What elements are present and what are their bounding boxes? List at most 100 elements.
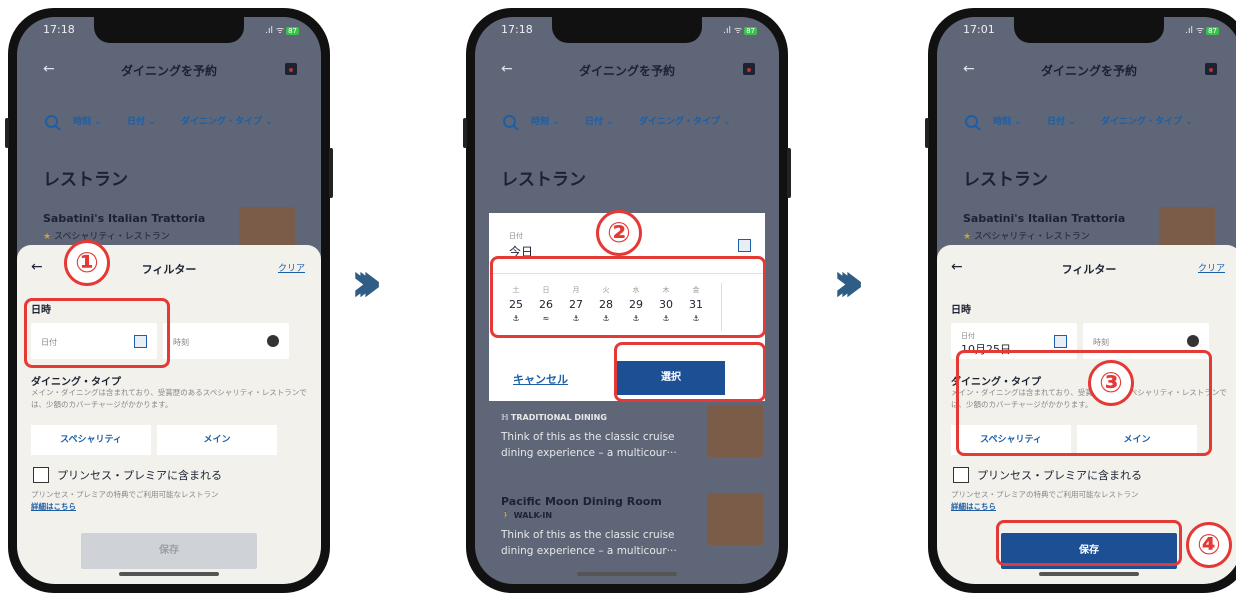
restaurant-thumb[interactable] bbox=[707, 405, 763, 457]
card-desc: dining experience – a multicour··· bbox=[501, 545, 677, 557]
princess-note: プリンセス・プレミアの特典でご利用可能なレストラン bbox=[31, 490, 219, 499]
princess-label: プリンセス・プレミアに含まれる bbox=[57, 469, 222, 482]
chip-dining-type[interactable]: ダイニング・タイプ ⌄ bbox=[639, 111, 731, 133]
highlight-select-button bbox=[614, 342, 766, 402]
clock-icon bbox=[1187, 335, 1199, 347]
chip-time[interactable]: 時刻 ⌄ bbox=[993, 111, 1022, 133]
side-button bbox=[787, 148, 791, 198]
card-desc: Think of this as the classic cruise bbox=[501, 529, 675, 541]
specialty-button[interactable]: スペシャリティ bbox=[31, 425, 151, 455]
signal-icon: .ıl ᯤ 87 bbox=[265, 26, 299, 36]
chip-date[interactable]: 日付 ⌄ bbox=[1047, 111, 1076, 133]
search-icon[interactable] bbox=[965, 115, 978, 128]
section-title: レストラン bbox=[43, 170, 128, 190]
princess-checkbox[interactable] bbox=[953, 467, 969, 483]
page-title: ダイニングを予約 bbox=[1040, 64, 1137, 78]
princess-note: プリンセス・プレミアの特典でご利用可能なレストラン bbox=[951, 490, 1139, 499]
restaurant-type: ★ スペシャリティ・レストラン bbox=[43, 232, 170, 242]
side-button bbox=[463, 118, 467, 148]
status-time: 17:18 bbox=[501, 23, 533, 36]
page-title: ダイニングを予約 bbox=[120, 64, 217, 78]
more-link[interactable]: 詳細はこちら bbox=[31, 501, 76, 512]
restaurant-name[interactable]: Sabatini's Italian Trattoria bbox=[43, 212, 205, 225]
side-button bbox=[925, 118, 929, 148]
chip-dining-type[interactable]: ダイニング・タイプ ⌄ bbox=[181, 111, 273, 133]
home-indicator bbox=[1039, 572, 1139, 576]
signal-icon: .ıl ᯤ 87 bbox=[1185, 26, 1219, 36]
walk-icon: 🚶 bbox=[501, 511, 511, 520]
calendar-icon[interactable] bbox=[743, 63, 755, 75]
app-header: ← ダイニングを予約 bbox=[17, 57, 321, 87]
filter-bar: 時刻 ⌄ 日付 ⌄ ダイニング・タイプ ⌄ bbox=[35, 111, 321, 141]
calendar-icon bbox=[1054, 335, 1067, 348]
filter-title: フィルター bbox=[141, 263, 197, 276]
home-indicator bbox=[577, 572, 677, 576]
walkin-label: 🚶 WALK-IN bbox=[501, 511, 553, 520]
next-arrow: ››› bbox=[832, 250, 866, 315]
restaurant-type: ★ スペシャリティ・レストラン bbox=[963, 232, 1090, 242]
calendar-icon[interactable] bbox=[1205, 63, 1217, 75]
notch bbox=[1014, 17, 1164, 43]
traditional-label: ℍ TRADITIONAL DINING bbox=[501, 413, 607, 422]
clock-icon bbox=[267, 335, 279, 347]
chip-time[interactable]: 時刻 ⌄ bbox=[531, 111, 560, 133]
filter-bar: 時刻 ⌄ 日付 ⌄ ダイニング・タイプ ⌄ bbox=[493, 111, 779, 141]
step-marker-2: ② bbox=[596, 210, 642, 256]
restaurant-name[interactable]: Pacific Moon Dining Room bbox=[501, 495, 662, 508]
restaurant-thumb[interactable] bbox=[707, 493, 763, 545]
time-field[interactable]: 時刻 bbox=[163, 323, 289, 359]
chip-date[interactable]: 日付 ⌄ bbox=[585, 111, 614, 133]
notch bbox=[552, 17, 702, 43]
chip-dining-type[interactable]: ダイニング・タイプ ⌄ bbox=[1101, 111, 1193, 133]
restaurant-name[interactable]: Sabatini's Italian Trattoria bbox=[963, 212, 1125, 225]
status-time: 17:01 bbox=[963, 23, 995, 36]
clear-link[interactable]: クリア bbox=[278, 261, 305, 274]
app-header: ← ダイニングを予約 bbox=[475, 57, 779, 87]
search-icon[interactable] bbox=[503, 115, 516, 128]
datetime-label: 日時 bbox=[951, 305, 971, 316]
card-desc: Think of this as the classic cruise bbox=[501, 431, 675, 443]
dining-desc: メイン・ダイニングは含まれており、受賞歴のあるスペシャリティ・レストランでは、少… bbox=[31, 388, 307, 409]
card-desc: dining experience – a multicour··· bbox=[501, 447, 677, 459]
time-field-label: 時刻 bbox=[173, 338, 189, 347]
home-indicator bbox=[119, 572, 219, 576]
screen-3: 17:01 .ıl ᯤ 87 ← ダイニングを予約 時刻 ⌄ 日付 ⌄ ダイニング… bbox=[937, 17, 1236, 584]
signal-icon: .ıl ᯤ 87 bbox=[723, 26, 757, 36]
more-link[interactable]: 詳細はこちら bbox=[951, 501, 996, 512]
highlight-date-field bbox=[24, 298, 170, 368]
page-title: ダイニングを予約 bbox=[578, 64, 675, 78]
side-button bbox=[329, 148, 333, 198]
time-field-label: 時刻 bbox=[1093, 338, 1109, 347]
cancel-button[interactable]: キャンセル bbox=[513, 371, 568, 387]
princess-label: プリンセス・プレミアに含まれる bbox=[977, 469, 1142, 482]
princess-checkbox[interactable] bbox=[33, 467, 49, 483]
dining-icon: ℍ bbox=[501, 413, 509, 422]
section-title: レストラン bbox=[501, 170, 586, 190]
section-title: レストラン bbox=[963, 170, 1048, 190]
save-button[interactable]: 保存 bbox=[81, 533, 257, 569]
calendar-icon[interactable] bbox=[738, 239, 751, 252]
notch bbox=[94, 17, 244, 43]
filter-bar: 時刻 ⌄ 日付 ⌄ ダイニング・タイプ ⌄ bbox=[955, 111, 1236, 141]
clear-link[interactable]: クリア bbox=[1198, 261, 1225, 274]
side-button bbox=[5, 118, 9, 148]
date-field-label: 日付 bbox=[961, 332, 975, 340]
filter-title: フィルター bbox=[1061, 263, 1117, 276]
chip-time[interactable]: 時刻 ⌄ bbox=[73, 111, 102, 133]
app-header: ← ダイニングを予約 bbox=[937, 57, 1236, 87]
highlight-save-button bbox=[996, 520, 1182, 566]
phone-3: 17:01 .ıl ᯤ 87 ← ダイニングを予約 時刻 ⌄ 日付 ⌄ ダイニング… bbox=[925, 8, 1236, 593]
search-icon[interactable] bbox=[45, 115, 58, 128]
dining-type-label: ダイニング・タイプ bbox=[31, 377, 121, 388]
chip-date[interactable]: 日付 ⌄ bbox=[127, 111, 156, 133]
step-marker-3: ③ bbox=[1088, 360, 1134, 406]
date-small-label: 日付 bbox=[509, 232, 523, 240]
step-marker-1: ① bbox=[64, 240, 110, 286]
highlight-dining-type bbox=[956, 350, 1212, 456]
main-button[interactable]: メイン bbox=[157, 425, 277, 455]
filter-sheet: ← フィルター クリア 日時 日付 時刻 ダイニング・タイプ メイン・ダイニング… bbox=[17, 245, 321, 584]
step-marker-4: ④ bbox=[1186, 522, 1232, 568]
calendar-icon[interactable] bbox=[285, 63, 297, 75]
status-time: 17:18 bbox=[43, 23, 75, 36]
highlight-calendar-strip bbox=[490, 256, 766, 338]
